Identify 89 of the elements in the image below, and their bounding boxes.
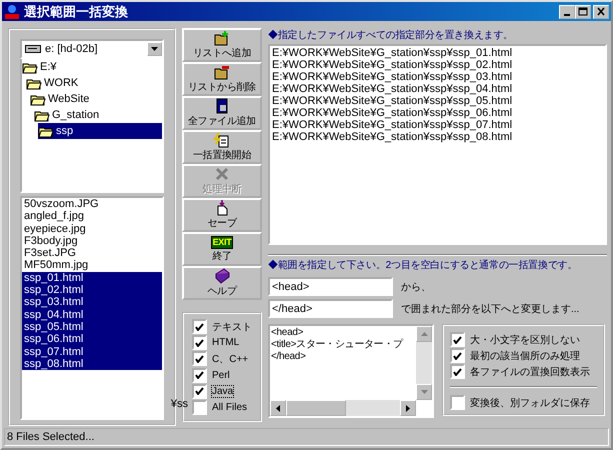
file-item[interactable]: MF50mm.jpg	[22, 259, 162, 272]
checkbox-label: HTML	[212, 337, 240, 348]
folder-minus-icon	[213, 64, 231, 80]
file-item[interactable]: ssp_07.html	[22, 346, 162, 358]
target-file-item[interactable]: E:¥WORK¥WebSite¥G_station¥ssp¥ssp_04.html	[272, 83, 603, 95]
dropdown-button[interactable]	[147, 42, 162, 56]
cross-icon	[213, 166, 231, 182]
folder-item[interactable]: WORK	[26, 75, 162, 91]
toolbar-button[interactable]: リストから削除	[182, 62, 262, 96]
file-item[interactable]: 50vszoom.JPG	[22, 198, 162, 210]
checkbox[interactable]	[192, 319, 207, 334]
exit-sign-icon: EXIT	[210, 236, 234, 248]
folder-plus-icon	[213, 30, 231, 46]
file-item[interactable]: ssp_05.html	[22, 320, 162, 334]
drive-icon	[25, 44, 41, 54]
left-arrow-icon	[276, 404, 280, 412]
checkbox-label: C、C++	[212, 352, 248, 366]
folder-item[interactable]: E:¥	[22, 59, 162, 75]
target-file-item[interactable]: E:¥WORK¥WebSite¥G_station¥ssp¥ssp_02.html	[272, 59, 603, 71]
app-icon	[4, 4, 20, 20]
checkbox-label: All Files	[212, 402, 248, 413]
file-item[interactable]: ssp_06.html	[22, 333, 162, 346]
minimize-icon	[564, 14, 570, 16]
window-title: 選択範囲一括変換	[24, 2, 129, 20]
input-field[interactable]: </head>	[268, 299, 393, 318]
section-heading: ◆指定したファイルすべての指定部分を置き換えます。	[268, 28, 514, 43]
checkbox[interactable]	[192, 351, 207, 366]
folder-item[interactable]: ssp	[38, 123, 162, 139]
input-field[interactable]: <head>	[268, 277, 393, 296]
down-arrow-icon	[420, 390, 428, 394]
folder-item[interactable]: G_station	[34, 107, 162, 123]
file-item[interactable]: ssp_02.html	[22, 284, 162, 296]
target-file-item[interactable]: E:¥WORK¥WebSite¥G_station¥ssp¥ssp_07.html	[272, 119, 603, 131]
right-arrow-icon	[406, 404, 410, 412]
file-item[interactable]: F3body.jpg	[22, 234, 162, 248]
text-line: </head>	[271, 351, 307, 363]
horizontal-scrollbar[interactable]	[270, 400, 416, 416]
minimize-button[interactable]	[559, 4, 575, 18]
target-file-item[interactable]: E:¥WORK¥WebSite¥G_station¥ssp¥ssp_03.html	[272, 71, 603, 83]
caret-icon	[151, 47, 158, 51]
maximize-icon	[578, 7, 588, 16]
checkbox[interactable]	[192, 384, 207, 399]
status-bar: 8 Files Selected...	[4, 428, 609, 446]
section-heading: ◆範囲を指定して下さい。2つ目を空白にすると通常の一括置換です。	[268, 258, 578, 273]
checkbox[interactable]	[450, 395, 465, 410]
vertical-scrollbar[interactable]	[416, 326, 432, 400]
checkbox-label: Java	[212, 386, 234, 397]
checkbox[interactable]	[450, 348, 465, 363]
field-label: で囲まれた部分を以下へと変更します...	[401, 302, 580, 316]
toolbar-button[interactable]: 全ファイル追加	[182, 96, 262, 130]
toolbar-button[interactable]: セーブ	[182, 198, 262, 232]
file-item[interactable]: F3set.JPG	[22, 247, 162, 260]
toolbar-button[interactable]: ヘルプ	[182, 266, 262, 300]
target-file-item[interactable]: E:¥WORK¥WebSite¥G_station¥ssp¥ssp_05.html	[272, 95, 603, 107]
checkbox-label: Perl	[212, 370, 230, 381]
text-line: <head>	[271, 327, 304, 339]
checkbox[interactable]	[192, 335, 207, 350]
toolbar-button[interactable]: EXIT 終了	[182, 232, 262, 266]
maximize-button[interactable]	[575, 4, 591, 18]
toolbar-button[interactable]: 一括置換開始	[182, 130, 262, 164]
checkbox[interactable]	[450, 332, 465, 347]
file-item[interactable]: ssp_03.html	[22, 296, 162, 309]
drive-select[interactable]: e: [hd-02b]	[20, 39, 164, 59]
field-label: から、	[401, 280, 431, 294]
checkbox-label: 大・小文字を区別しない	[470, 334, 580, 346]
file-item[interactable]: eyepiece.jpg	[22, 222, 162, 235]
file-item[interactable]: angled_f.jpg	[22, 210, 162, 223]
checkbox-label: 各ファイルの置換回数表示	[470, 366, 590, 378]
target-file-item[interactable]: E:¥WORK¥WebSite¥G_station¥ssp¥ssp_06.html	[272, 107, 603, 119]
checkbox-label: テキスト	[212, 320, 252, 334]
target-file-item[interactable]: E:¥WORK¥WebSite¥G_station¥ssp¥ssp_08.html	[272, 131, 603, 143]
checkbox[interactable]	[450, 364, 465, 379]
file-item[interactable]: ssp_01.html	[22, 272, 162, 284]
target-file-item[interactable]: E:¥WORK¥WebSite¥G_station¥ssp¥ssp_01.html	[272, 47, 603, 59]
checkbox-label: 変換後、別フォルダに保存	[470, 396, 590, 410]
toolbar-button[interactable]: リストへ追加	[182, 28, 262, 62]
checkbox-label: 最初の該当個所のみ処理	[470, 350, 580, 362]
text-line: <title>スター・シューター・プ	[271, 339, 404, 351]
checkbox[interactable]	[192, 400, 207, 415]
file-item[interactable]: ssp_04.html	[22, 308, 162, 321]
folder-item[interactable]: WebSite	[30, 91, 162, 107]
close-icon	[596, 7, 606, 16]
file-item[interactable]: ssp_08.html	[22, 358, 162, 370]
path-label: ¥ss	[170, 398, 188, 410]
up-arrow-icon	[420, 332, 428, 336]
checkbox[interactable]	[192, 368, 207, 383]
replacement-text-area[interactable]: <head> <title>スター・シューター・プ </head>	[268, 324, 434, 418]
close-button[interactable]	[593, 4, 609, 18]
lightning-document-icon	[213, 132, 231, 148]
